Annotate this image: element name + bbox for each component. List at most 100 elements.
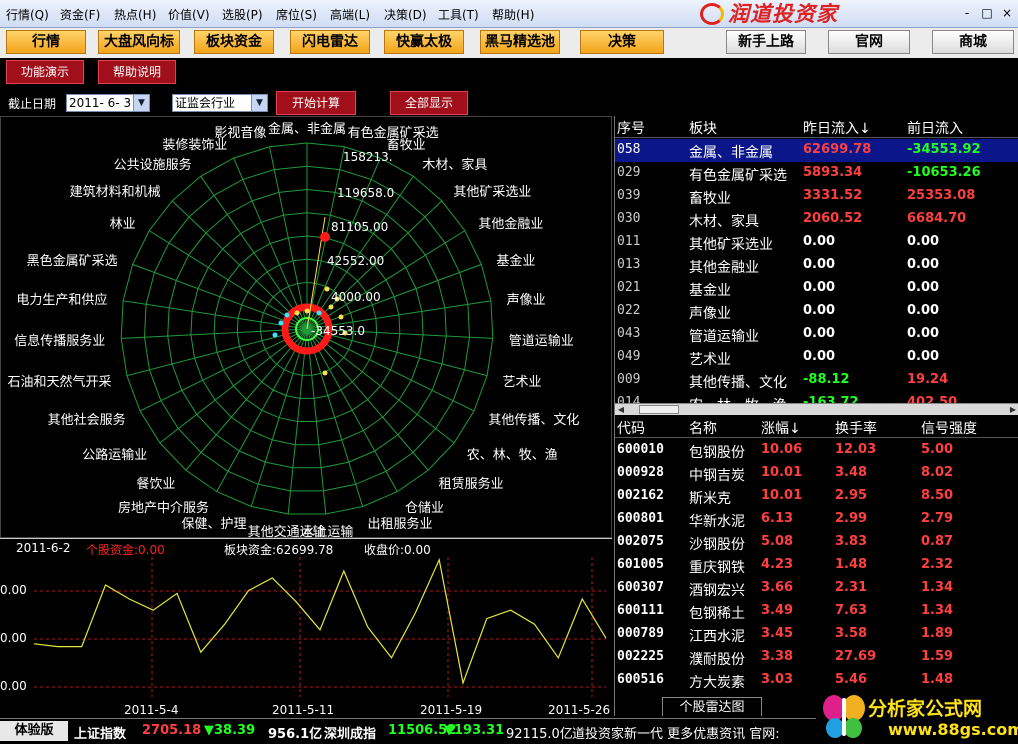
start-calc-button[interactable]: 开始计算 [276, 91, 356, 115]
col-signal[interactable]: 信号强度 [921, 418, 977, 438]
radar-sector-label[interactable]: 其他社会服务 [48, 409, 126, 428]
news-ticker[interactable]: 道投资家新一代 更多优惠资讯 官网: [572, 723, 780, 742]
decision-button[interactable]: 决策 [580, 30, 664, 54]
sector-funds-button[interactable]: 板块资金 [194, 30, 274, 54]
radar-sector-label[interactable]: 电力生产和供应 [16, 289, 107, 308]
radar-sector-label[interactable]: 声像业 [507, 289, 546, 308]
scroll-thumb[interactable] [639, 405, 679, 414]
sz-index-label[interactable]: 深圳成指 [324, 723, 376, 742]
table-row[interactable]: 600010 包钢股份 10.06 12.03 5.00 [615, 439, 1018, 462]
table-row[interactable]: 030 木材、家具 2060.52 6684.70 [615, 208, 1018, 231]
menu-stock-pick[interactable]: 选股(P) [222, 6, 263, 23]
menu-tools[interactable]: 工具(T) [438, 6, 479, 23]
sector-hscroll[interactable]: ◀ ▶ [615, 403, 1018, 415]
col-code[interactable]: 代码 [617, 418, 645, 438]
table-row[interactable]: 022 声像业 0.00 0.00 [615, 300, 1018, 323]
col-prev-inflow[interactable]: 前日流入 [907, 118, 963, 138]
menu-premium[interactable]: 高端(L) [330, 6, 370, 23]
scroll-left-icon[interactable]: ◀ [615, 404, 627, 415]
table-row[interactable]: 002075 沙钢股份 5.08 3.83 0.87 [615, 531, 1018, 554]
dark-horse-button[interactable]: 黑马精选池 [480, 30, 560, 54]
maximize-button[interactable]: □ [978, 4, 996, 22]
menu-value[interactable]: 价值(V) [168, 6, 210, 23]
table-row[interactable]: 000789 江西水泥 3.45 3.58 1.89 [615, 623, 1018, 646]
quotes-button[interactable]: 行情 [6, 30, 86, 54]
menu-quotes[interactable]: 行情(Q) [6, 6, 49, 23]
col-no[interactable]: 序号 [617, 118, 645, 138]
help-button[interactable]: 帮助说明 [98, 60, 176, 84]
radar-sector-label[interactable]: 房地产中介服务 [118, 497, 209, 516]
category-select[interactable]: 证监会行业 ▼ [172, 94, 268, 112]
menu-decision[interactable]: 决策(D) [384, 6, 427, 23]
table-row[interactable]: 013 其他金融业 0.00 0.00 [615, 254, 1018, 277]
table-row[interactable]: 601005 重庆钢铁 4.23 1.48 2.32 [615, 554, 1018, 577]
stock-name: 重庆钢铁 [689, 560, 745, 576]
radar-sector-label[interactable]: 木材、家具 [422, 154, 487, 173]
table-row[interactable]: 043 管道运输业 0.00 0.00 [615, 323, 1018, 346]
col-turnover[interactable]: 换手率 [835, 418, 877, 438]
table-row[interactable]: 011 其他矿采选业 0.00 0.00 [615, 231, 1018, 254]
table-row[interactable]: 600307 酒钢宏兴 3.66 2.31 1.34 [615, 577, 1018, 600]
date-picker[interactable]: 2011- 6- 3 ▼ [66, 94, 150, 112]
show-all-button[interactable]: 全部显示 [390, 91, 468, 115]
close-button[interactable]: × [998, 4, 1016, 22]
lightning-radar-button[interactable]: 闪电雷达 [290, 30, 370, 54]
table-row[interactable]: 600111 包钢稀土 3.49 7.63 1.34 [615, 600, 1018, 623]
radar-sector-label[interactable]: 公路运输业 [82, 444, 147, 463]
sector-yesterday: -88.12 [803, 372, 850, 387]
radar-sector-label[interactable]: 林业 [110, 213, 136, 232]
menu-seats[interactable]: 席位(S) [276, 6, 317, 23]
quick-win-button[interactable]: 快赢太极 [384, 30, 464, 54]
chevron-down-icon[interactable]: ▼ [133, 95, 149, 111]
menu-help[interactable]: 帮助(H) [492, 6, 534, 23]
radar-sector-label[interactable]: 建筑材料和机械 [70, 181, 161, 200]
col-sector[interactable]: 板块 [689, 118, 717, 138]
stock-signal: 8.50 [921, 488, 954, 503]
sh-index-label[interactable]: 上证指数 [74, 723, 126, 742]
menu-funds[interactable]: 资金(F) [60, 6, 100, 23]
radar-sector-label[interactable]: 其他传播、文化 [488, 409, 579, 428]
col-name[interactable]: 名称 [689, 418, 717, 438]
col-yesterday-inflow[interactable]: 昨日流入↓ [803, 118, 871, 138]
radar-sector-label[interactable]: 管道运输业 [509, 330, 574, 349]
table-row[interactable]: 600801 华新水泥 6.13 2.99 2.79 [615, 508, 1018, 531]
radar-sector-label[interactable]: 租赁服务业 [439, 473, 504, 492]
table-row[interactable]: 039 畜牧业 3331.52 25353.08 [615, 185, 1018, 208]
market-wind-button[interactable]: 大盘风向标 [98, 30, 180, 54]
radar-sector-label[interactable]: 畜牧业 [387, 134, 426, 153]
beginner-button[interactable]: 新手上路 [726, 30, 806, 54]
table-row[interactable]: 029 有色金属矿采选 5893.34 -10653.26 [615, 162, 1018, 185]
radar-sector-label[interactable]: 金属、非金属 [268, 118, 346, 137]
radar-sector-label[interactable]: 影视音像 [214, 122, 266, 141]
radar-sector-label[interactable]: 其他金融业 [478, 213, 543, 232]
chevron-down-icon[interactable]: ▼ [251, 95, 267, 111]
table-row[interactable]: 002162 斯米克 10.01 2.95 8.50 [615, 485, 1018, 508]
radar-sector-label[interactable]: 黑色金属矿采选 [27, 250, 118, 269]
official-site-button[interactable]: 官网 [828, 30, 910, 54]
col-change[interactable]: 涨幅↓ [761, 418, 801, 438]
scroll-right-icon[interactable]: ▶ [1007, 404, 1018, 415]
radar-sector-label[interactable]: 出租服务业 [367, 513, 432, 532]
radar-sector-label[interactable]: 艺术业 [503, 371, 542, 390]
radar-sector-label[interactable]: 信息传播服务业 [14, 330, 105, 349]
radar-sector-label[interactable]: 基金业 [496, 250, 535, 269]
radar-sector-label[interactable]: 石油和天然气开采 [7, 371, 111, 390]
table-row[interactable]: 000928 中钢吉炭 10.01 3.48 8.02 [615, 462, 1018, 485]
radar-sector-label[interactable]: 农、林、牧、渔 [467, 444, 558, 463]
mall-button[interactable]: 商城 [932, 30, 1014, 54]
radar-sector-label[interactable]: 餐饮业 [136, 473, 175, 492]
stock-turnover: 1.48 [835, 557, 868, 572]
table-row[interactable]: 021 基金业 0.00 0.00 [615, 277, 1018, 300]
tab-stock-radar[interactable]: 个股雷达图 [662, 697, 762, 716]
demo-button[interactable]: 功能演示 [6, 60, 84, 84]
table-row[interactable]: 009 其他传播、文化 -88.12 19.24 [615, 369, 1018, 392]
table-row[interactable]: 002225 濮耐股份 3.38 27.69 1.59 [615, 646, 1018, 669]
minimize-button[interactable]: - [958, 4, 976, 22]
menu-hotspot[interactable]: 热点(H) [114, 6, 156, 23]
table-row[interactable]: 049 艺术业 0.00 0.00 [615, 346, 1018, 369]
stock-code: 002225 [617, 649, 664, 664]
radar-sector-label[interactable]: 公共设施服务 [114, 154, 192, 173]
radar-sector-label[interactable]: 其他矿采选业 [453, 181, 531, 200]
table-row[interactable]: 058 金属、非金属 62699.78 -34553.92 [615, 139, 1018, 162]
sector-no: 049 [617, 349, 641, 364]
